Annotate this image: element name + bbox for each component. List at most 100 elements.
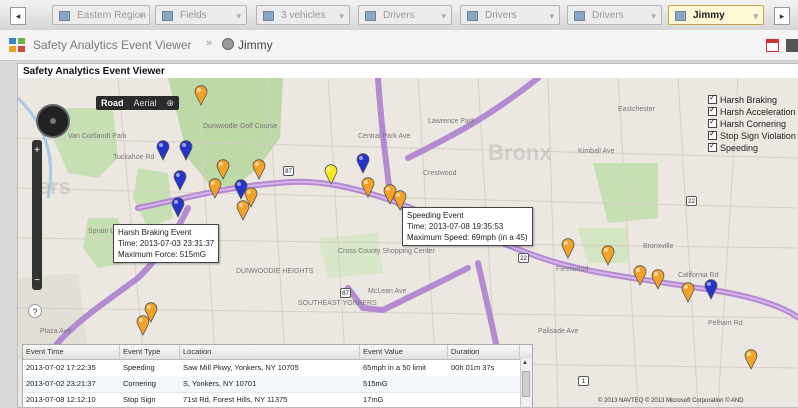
legend-stop-sign[interactable]: Stop Sign Violation xyxy=(708,128,796,142)
scrollbar-thumb[interactable] xyxy=(522,371,530,397)
legend-label: Harsh Acceleration xyxy=(720,107,796,117)
tab-fields[interactable]: Fields ▾ xyxy=(155,5,247,25)
tab-drivers-2[interactable]: Drivers ▾ xyxy=(460,5,560,25)
close-icon[interactable]: ▾ xyxy=(236,6,241,26)
user-icon xyxy=(222,38,234,50)
grid-scrollbar[interactable]: ▲ xyxy=(520,359,532,407)
legend-harsh-braking[interactable]: Harsh Braking xyxy=(708,92,796,106)
scroll-right-arrow-icon[interactable]: ▸ xyxy=(774,7,790,25)
table-cell: 2013-07-02 17:22:35 xyxy=(26,363,96,372)
map-type-switcher: Road Aerial ⊕ xyxy=(96,96,180,110)
zoom-out-button[interactable]: − xyxy=(30,274,44,288)
map-watermark-bronx: Bronx xyxy=(488,140,552,165)
event-pin-orange-icon[interactable] xyxy=(360,176,376,198)
highway-shield: 22 xyxy=(518,253,529,263)
checkbox[interactable] xyxy=(708,92,717,104)
column-header-location[interactable]: Location xyxy=(180,345,360,359)
event-pin-orange-icon[interactable] xyxy=(193,84,209,106)
tab-label: Fields xyxy=(180,10,207,21)
close-icon[interactable]: ▾ xyxy=(549,6,554,26)
event-pin-blue-icon[interactable] xyxy=(355,152,371,174)
column-header-duration[interactable]: Duration xyxy=(448,345,520,359)
event-pin-orange-icon[interactable] xyxy=(743,348,759,370)
event-pin-blue-icon[interactable] xyxy=(703,278,719,300)
event-type-legend: Harsh Braking Harsh Acceleration Harsh C… xyxy=(708,92,796,154)
map-watermark-yonkers: ers xyxy=(38,174,72,199)
table-row[interactable]: 2013-07-02 23:21:37 Cornering S, Yonkers, … xyxy=(23,376,520,393)
map-view[interactable]: ers Bronx Van Cortlandt Park Dunwoodie G… xyxy=(18,78,798,407)
checkbox[interactable] xyxy=(708,140,717,152)
scroll-up-icon[interactable]: ▲ xyxy=(522,360,528,366)
grid-icon xyxy=(467,11,478,21)
column-header-event-time[interactable]: Event Time xyxy=(23,345,120,359)
pan-compass-icon[interactable] xyxy=(36,104,70,138)
tooltip-value: Maximum Speed: 69mph (in a 45) xyxy=(407,233,528,242)
event-pin-blue-icon[interactable] xyxy=(155,139,171,161)
legend-label: Harsh Cornering xyxy=(720,119,787,129)
table-cell: Speeding xyxy=(123,363,155,372)
tab-drivers-1[interactable]: Drivers ▾ xyxy=(358,5,452,25)
column-header-event-value[interactable]: Event Value xyxy=(360,345,448,359)
grid-icon xyxy=(162,11,173,21)
map-label-palisade: Palisade Ave xyxy=(538,328,579,335)
export-icon[interactable] xyxy=(786,39,798,52)
breadcrumb-separator: » xyxy=(206,37,213,49)
map-type-road[interactable]: Road xyxy=(96,96,129,110)
event-pin-blue-icon[interactable] xyxy=(172,169,188,191)
page-title[interactable]: Safety Analytics Event Viewer xyxy=(33,38,192,52)
legend-harsh-cornering[interactable]: Harsh Cornering xyxy=(708,116,796,130)
zoom-slider[interactable] xyxy=(32,140,42,290)
table-row[interactable]: 2013-07-08 12:12:10 Stop Sign 71st Rd, For… xyxy=(23,392,520,407)
event-pin-orange-icon[interactable] xyxy=(600,244,616,266)
tab-label: Jimmy xyxy=(693,10,725,21)
event-pin-orange-icon[interactable] xyxy=(650,268,666,290)
grid-icon xyxy=(59,11,70,21)
scroll-left-arrow-icon[interactable]: ◂ xyxy=(10,7,26,25)
bird-eye-icon[interactable]: ⊕ xyxy=(162,96,180,110)
close-icon[interactable]: ▾ xyxy=(139,6,144,26)
highway-shield: 87 xyxy=(283,166,294,176)
legend-speeding[interactable]: Speeding xyxy=(708,140,796,154)
zoom-in-button[interactable]: + xyxy=(30,144,44,158)
table-cell: Saw Mill Pkwy, Yonkers, NY 10705 xyxy=(183,363,299,372)
close-icon[interactable]: ▾ xyxy=(753,6,758,26)
checkbox[interactable] xyxy=(708,128,717,140)
help-icon[interactable]: ? xyxy=(28,304,42,318)
event-pin-yellow-icon[interactable] xyxy=(323,163,339,185)
map-label-central: Central Park Ave xyxy=(358,133,411,140)
tab-drivers-3[interactable]: Drivers ▾ xyxy=(567,5,662,25)
tooltip-time: Time: 2013-07-03 23:31:37 xyxy=(118,239,215,248)
map-type-aerial[interactable]: Aerial xyxy=(129,96,162,110)
map-label-lawrence: Lawrence Park xyxy=(428,118,475,125)
event-pin-orange-icon[interactable] xyxy=(207,177,223,199)
close-icon[interactable]: ▾ xyxy=(651,6,656,26)
tab-jimmy[interactable]: Jimmy ▾ xyxy=(668,5,764,25)
column-header-event-type[interactable]: Event Type xyxy=(120,345,180,359)
legend-label: Speeding xyxy=(720,143,759,153)
event-pin-orange-icon[interactable] xyxy=(680,281,696,303)
legend-harsh-acceleration[interactable]: Harsh Acceleration xyxy=(708,104,796,118)
table-cell: 71st Rd, Forest Hills, NY 11375 xyxy=(183,395,288,404)
event-pin-orange-icon[interactable] xyxy=(135,314,151,336)
grid-icon xyxy=(365,11,376,21)
map-label-fleetwood: Fleetwood xyxy=(556,266,589,273)
map-label-dunwoodie: DUNWOODIE HEIGHTS xyxy=(236,268,314,275)
event-pin-orange-icon[interactable] xyxy=(251,158,267,180)
table-row[interactable]: 2013-07-02 17:22:35 Speeding Saw Mill Pkwy… xyxy=(23,360,520,377)
tab-label: 3 vehicles xyxy=(281,10,326,21)
event-pin-blue-icon[interactable] xyxy=(178,139,194,161)
breadcrumb-user[interactable]: Jimmy xyxy=(238,38,273,52)
tab-eastern-region[interactable]: Eastern Region ▾ xyxy=(52,5,150,25)
checkbox[interactable] xyxy=(708,116,717,128)
calendar-icon[interactable] xyxy=(766,39,779,52)
close-icon[interactable]: ▾ xyxy=(441,6,446,26)
close-icon[interactable]: ▾ xyxy=(339,6,344,26)
event-pin-orange-icon[interactable] xyxy=(560,237,576,259)
table-cell: 2013-07-02 23:21:37 xyxy=(26,379,96,388)
checkbox[interactable] xyxy=(708,104,717,116)
tab-vehicles[interactable]: 3 vehicles ▾ xyxy=(256,5,350,25)
event-pin-orange-icon[interactable] xyxy=(632,264,648,286)
event-pin-blue-icon[interactable] xyxy=(170,196,186,218)
table-cell: 515mG xyxy=(363,379,388,388)
event-pin-orange-icon[interactable] xyxy=(235,199,251,221)
